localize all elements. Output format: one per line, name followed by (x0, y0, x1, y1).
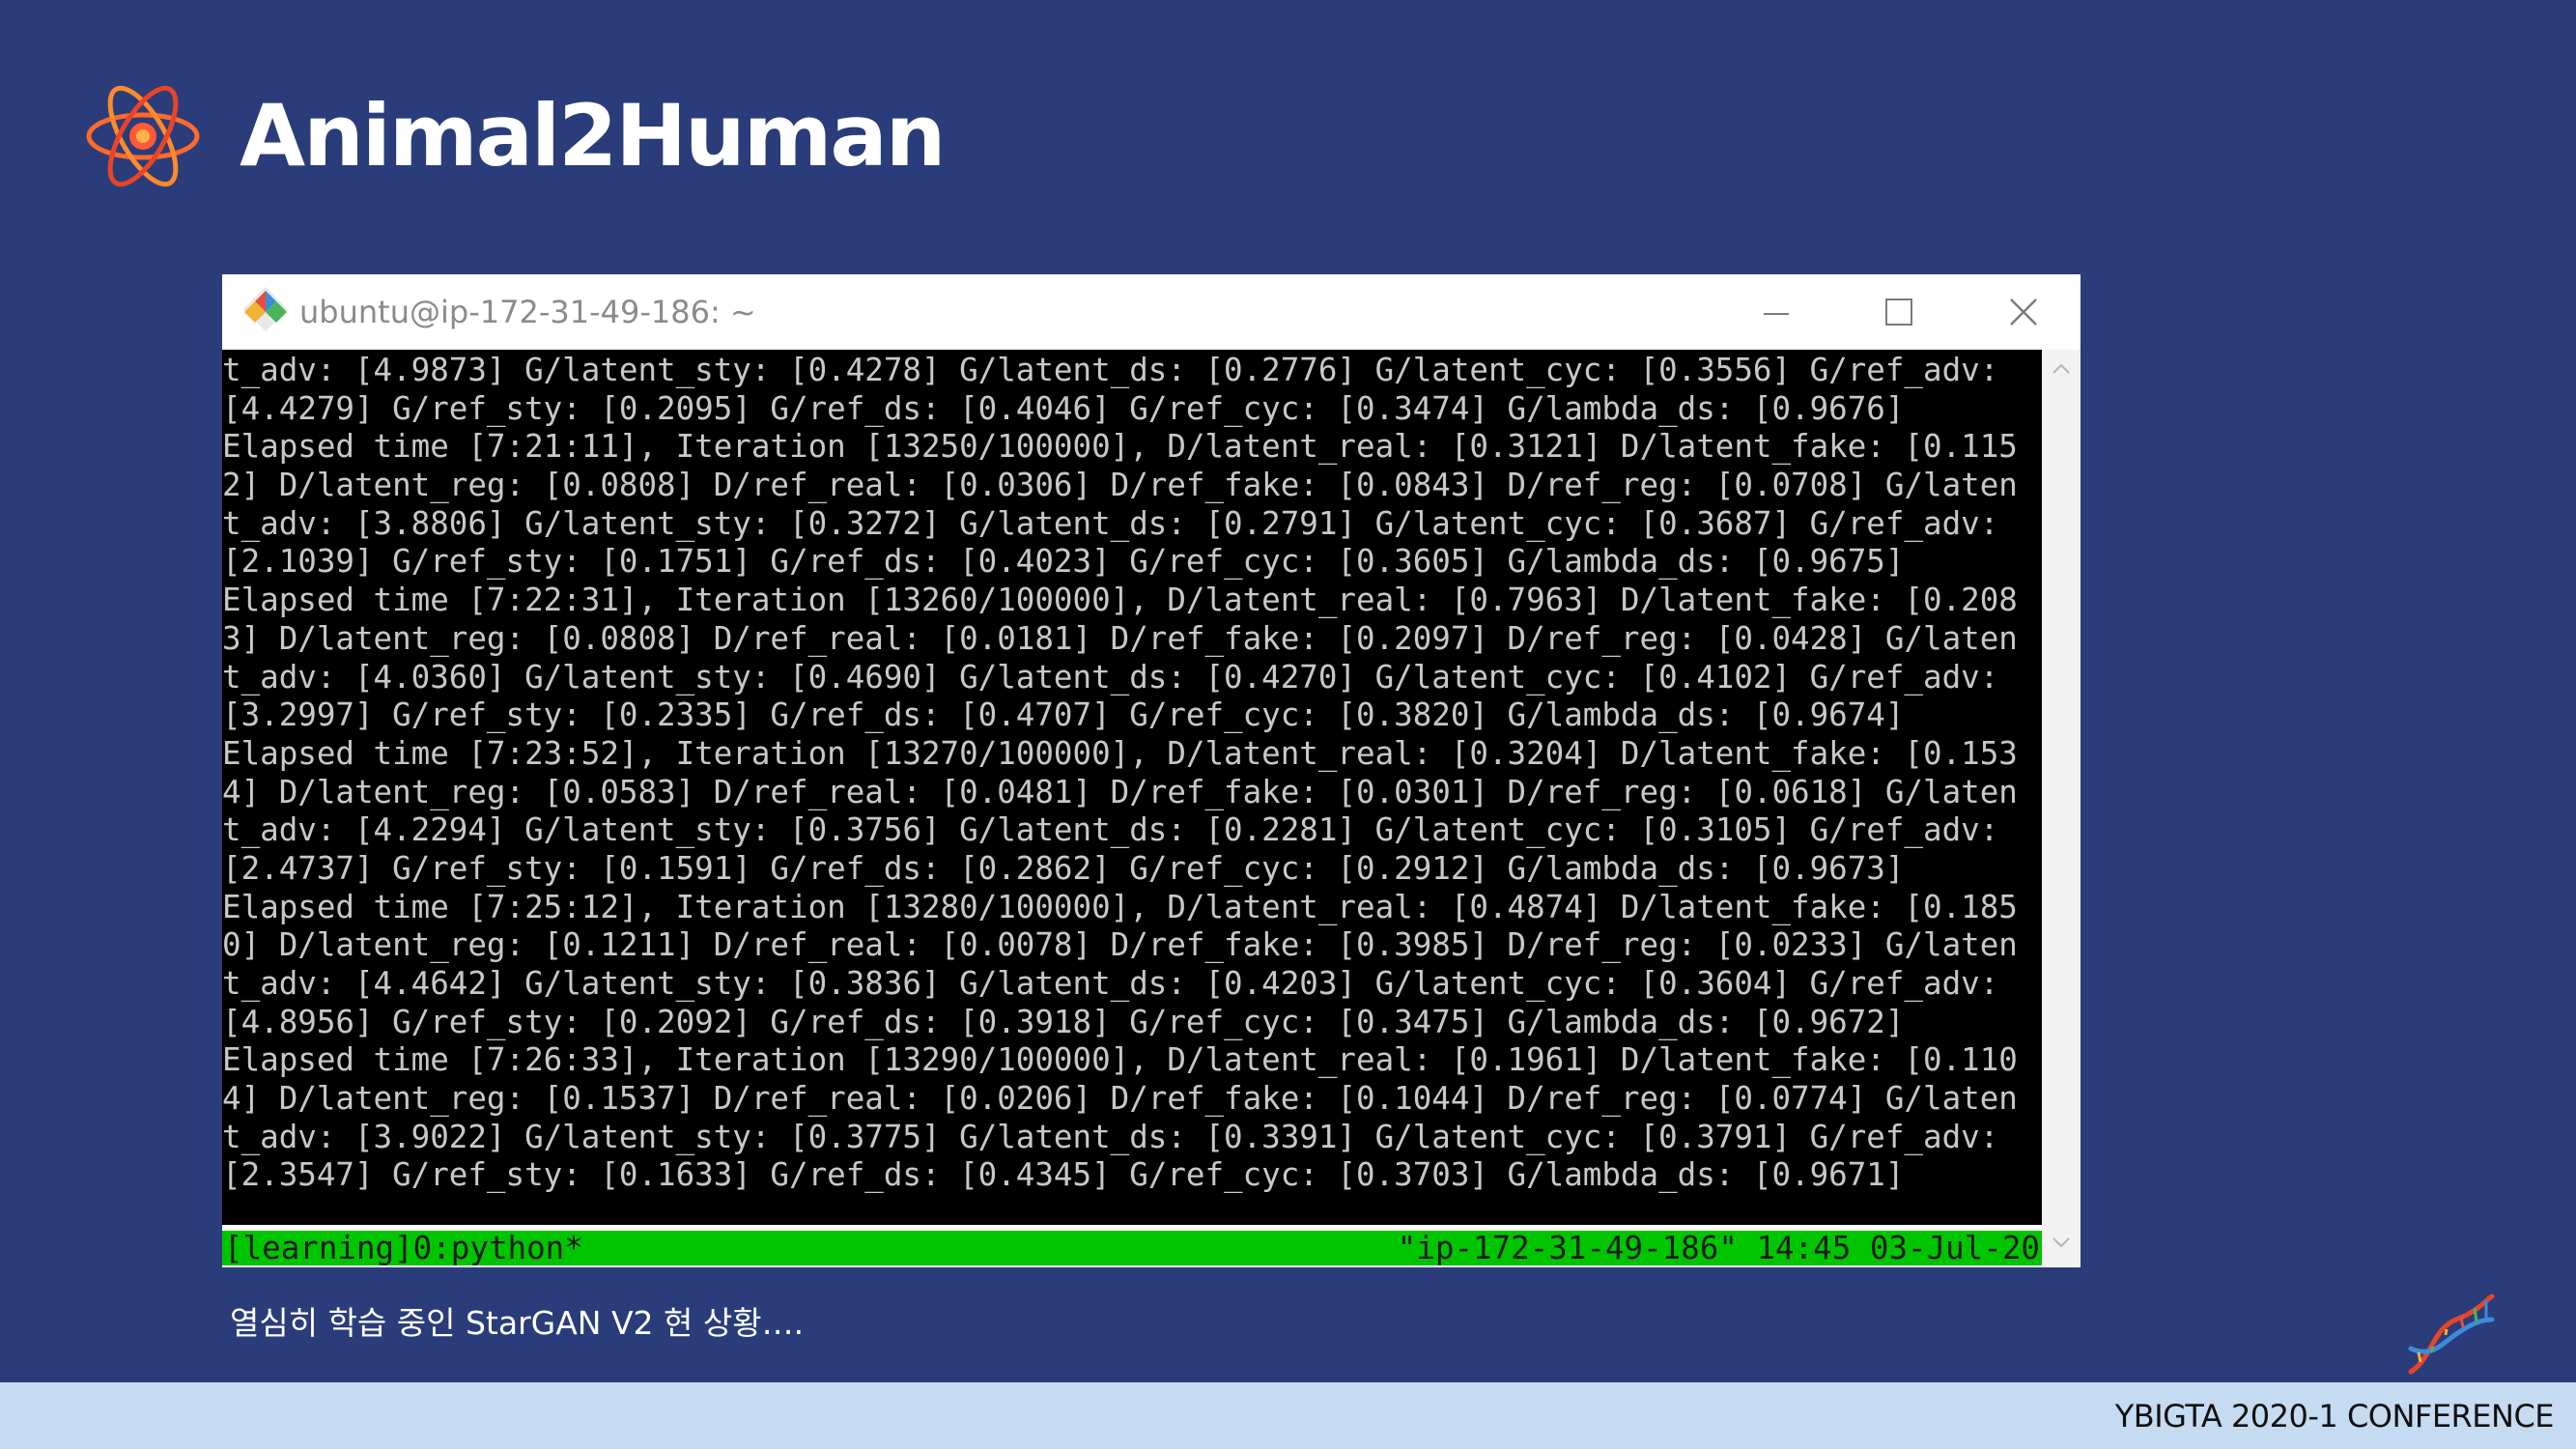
terminal-line: Elapsed time [7:23:52], Iteration [13270… (222, 734, 2018, 772)
terminal-line: t_adv: [3.8806] G/latent_sty: [0.3272] G… (222, 504, 1999, 542)
terminal-line: [3.2997] G/ref_sty: [0.2335] G/ref_ds: [… (222, 696, 1905, 734)
maximize-button[interactable] (1873, 288, 1925, 336)
terminal-line: 4] D/latent_reg: [0.1537] D/ref_real: [0… (222, 1080, 2018, 1118)
terminal-line: 0] D/latent_reg: [0.1211] D/ref_real: [0… (222, 926, 2018, 964)
close-button[interactable] (1997, 288, 2050, 336)
slide-caption: 열심히 학습 중인 StarGAN V2 현 상황…. (230, 1304, 805, 1342)
terminal-line: 2] D/latent_reg: [0.0808] D/ref_real: [0… (222, 467, 2018, 504)
git-diamond-icon (243, 287, 288, 331)
slide-title: Animal2Human (240, 86, 946, 185)
terminal-output[interactable]: t_adv: [4.9873] G/latent_sty: [0.4278] G… (222, 350, 2042, 1225)
terminal-line: [2.1039] G/ref_sty: [0.1751] G/ref_ds: [… (222, 543, 1905, 581)
terminal-lines: t_adv: [4.9873] G/latent_sty: [0.4278] G… (222, 352, 2042, 1195)
scroll-up-arrow-icon[interactable] (2048, 357, 2075, 381)
footer-band: YBIGTA 2020-1 CONFERENCE (0, 1382, 2576, 1449)
terminal-line: [2.4737] G/ref_sty: [0.1591] G/ref_ds: [… (222, 849, 1905, 887)
window-titlebar[interactable]: ubuntu@ip-172-31-49-186: ~ (222, 274, 2081, 350)
terminal-line: 4] D/latent_reg: [0.0583] D/ref_real: [0… (222, 773, 2018, 810)
terminal-scrollbar[interactable] (2042, 350, 2081, 1267)
terminal-line: 3] D/latent_reg: [0.0808] D/ref_real: [0… (222, 619, 2018, 657)
terminal-line: t_adv: [3.9022] G/latent_sty: [0.3775] G… (222, 1118, 1999, 1155)
terminal-line: Elapsed time [7:26:33], Iteration [13290… (222, 1041, 2018, 1079)
tmux-host-time: "ip-172-31-49-186" 14:45 03-Jul-20 (1397, 1231, 2040, 1265)
dna-helix-icon (2408, 1293, 2495, 1375)
terminal-line: t_adv: [4.9873] G/latent_sty: [0.4278] G… (222, 352, 1999, 388)
minimize-button[interactable] (1750, 288, 1802, 336)
terminal-line: Elapsed time [7:21:11], Iteration [13250… (222, 428, 2018, 466)
terminal-line: [2.3547] G/ref_sty: [0.1633] G/ref_ds: [… (222, 1156, 1905, 1194)
scroll-down-arrow-icon[interactable] (2048, 1231, 2075, 1254)
terminal-line: t_adv: [4.0360] G/latent_sty: [0.4690] G… (222, 658, 1999, 696)
tmux-status-bar: [learning]0:python* "ip-172-31-49-186" 1… (222, 1231, 2042, 1265)
terminal-line: t_adv: [4.2294] G/latent_sty: [0.3756] G… (222, 811, 1999, 849)
terminal-window[interactable]: ubuntu@ip-172-31-49-186: ~ t_adv: [4.987… (222, 274, 2081, 1267)
terminal-line: Elapsed time [7:25:12], Iteration [13280… (222, 888, 2018, 925)
terminal-line: t_adv: [4.4642] G/latent_sty: [0.3836] G… (222, 965, 1999, 1002)
terminal-line: [4.4279] G/ref_sty: [0.2095] G/ref_ds: [… (222, 389, 1905, 427)
terminal-line: [4.8956] G/ref_sty: [0.2092] G/ref_ds: [… (222, 1003, 1905, 1040)
window-title: ubuntu@ip-172-31-49-186: ~ (299, 294, 756, 330)
footer-conference-label: YBIGTA 2020-1 CONFERENCE (2114, 1398, 2555, 1435)
terminal-line: Elapsed time [7:22:31], Iteration [13260… (222, 582, 2018, 619)
tmux-session-label: [learning]0:python* (224, 1231, 583, 1265)
atom-logo-icon (86, 85, 200, 187)
